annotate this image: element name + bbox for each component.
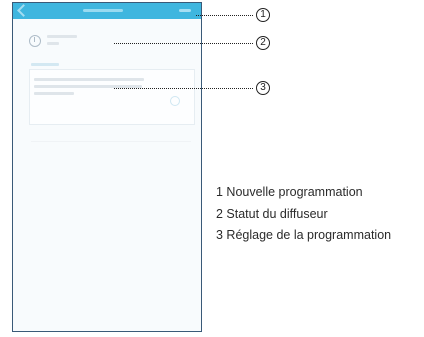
legend-item-3: 3 Réglage de la programmation [216,228,392,242]
section-label [31,63,59,66]
app-header [13,3,201,19]
callout-number-1: 1 [256,8,270,22]
divider [31,141,191,142]
schedule-line-3 [34,92,74,95]
add-icon[interactable] [179,9,191,12]
callout-line-3 [114,88,253,89]
back-icon[interactable] [17,4,30,17]
diffuser-status[interactable] [23,31,193,53]
legend-item-2: 2 Statut du diffuseur [216,206,328,221]
callout-number-2: 2 [256,36,270,50]
schedule-card[interactable] [29,69,195,125]
legend: 1 Nouvelle programmation 2 Statut du dif… [216,182,391,247]
callout-line-1 [196,15,253,16]
edit-icon[interactable] [170,96,180,106]
phone-screen [12,2,202,332]
schedule-line-1 [34,78,144,81]
callout-line-2 [114,43,253,44]
status-value [47,42,59,45]
header-title [83,9,123,12]
status-title [47,35,77,38]
clock-icon [29,35,41,47]
callout-number-3: 3 [256,81,270,95]
legend-item-1: 1 Nouvelle programmation [216,185,363,199]
